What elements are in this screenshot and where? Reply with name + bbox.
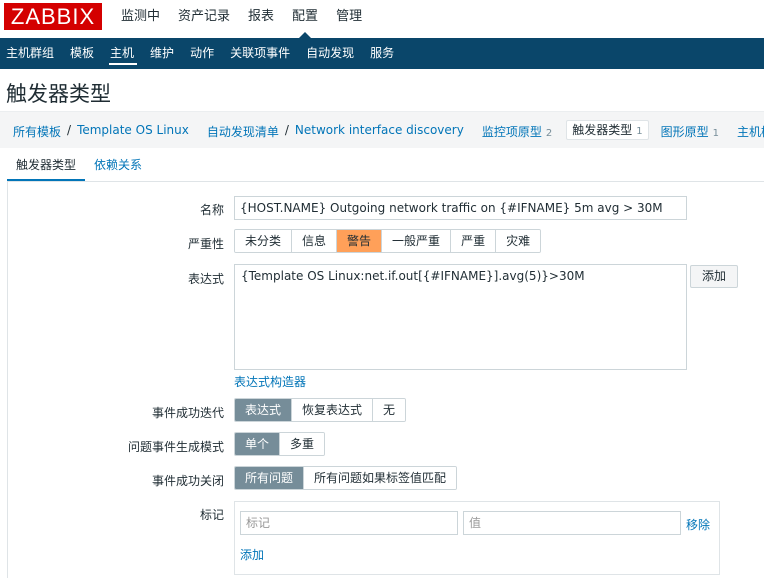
top-menu-reports[interactable]: 报表: [239, 0, 283, 38]
ok-event-expression[interactable]: 表达式: [235, 399, 292, 421]
ok-event-generation-label: 事件成功迭代: [151, 406, 224, 420]
problem-mode-single[interactable]: 单个: [235, 433, 280, 455]
tab-trigger-prototype[interactable]: 触发器类型: [7, 156, 86, 181]
breadcrumb-discovery-rule[interactable]: Network interface discovery: [295, 123, 464, 140]
sub-menu-templates[interactable]: 模板: [63, 38, 103, 69]
top-menu-inventory[interactable]: 资产记录: [169, 0, 239, 38]
name-input[interactable]: {HOST.NAME} Outgoing network traffic on …: [234, 196, 687, 220]
breadcrumb-host-templates[interactable]: 主机模板: [737, 123, 764, 140]
severity-label: 严重性: [187, 237, 224, 251]
expression-builder-link[interactable]: 表达式构造器: [234, 373, 306, 390]
ok-close-all-problems[interactable]: 所有问题: [235, 467, 304, 489]
sub-menu: 主机群组 模板 主机 维护 动作 关联项事件 自动发现 服务: [0, 38, 764, 69]
name-label: 名称: [199, 203, 224, 217]
add-expression-button[interactable]: 添加: [690, 265, 738, 288]
top-menu: 监测中 资产记录 报表 配置 管理: [112, 0, 371, 38]
breadcrumb-separator: /: [67, 123, 72, 137]
sub-menu-services[interactable]: 服务: [363, 38, 403, 69]
breadcrumb-bar: 所有模板 / Template OS Linux 自动发现清单 / Networ…: [0, 111, 764, 148]
breadcrumb-trigger-prototypes[interactable]: 触发器类型 1: [566, 120, 649, 140]
severity-information[interactable]: 信息: [291, 230, 337, 252]
tab-dependencies[interactable]: 依赖关系: [85, 156, 151, 181]
sub-menu-host-groups[interactable]: 主机群组: [0, 38, 63, 69]
form-tabs: 触发器类型 依赖关系: [7, 156, 151, 181]
severity-warning[interactable]: 警告: [336, 230, 382, 252]
sub-menu-hosts[interactable]: 主机: [103, 38, 143, 69]
ok-event-generation-selector: 表达式 恢复表达式 无: [234, 398, 407, 422]
severity-selector: 未分类 信息 警告 一般严重 严重 灾难: [234, 229, 542, 253]
breadcrumb-all-templates[interactable]: 所有模板: [13, 123, 61, 140]
page-title: 触发器类型: [6, 82, 111, 106]
sub-menu-actions[interactable]: 动作: [183, 38, 223, 69]
tags-label: 标记: [199, 508, 224, 522]
breadcrumb-separator: /: [284, 123, 289, 137]
top-menu-administration[interactable]: 管理: [327, 0, 371, 38]
breadcrumb: 所有模板 / Template OS Linux 自动发现清单 / Networ…: [13, 120, 764, 140]
ok-event-closes-selector: 所有问题 所有问题如果标签值匹配: [234, 466, 458, 490]
ok-event-recovery-expression[interactable]: 恢复表达式: [291, 399, 373, 421]
breadcrumb-item-prototypes[interactable]: 监控项原型 2: [482, 123, 552, 140]
sub-menu-discovery[interactable]: 自动发现: [299, 38, 363, 69]
ok-close-tag-match[interactable]: 所有问题如果标签值匹配: [303, 467, 457, 489]
zabbix-logo[interactable]: ZABBIX: [4, 3, 102, 30]
trigger-prototypes-count: 1: [636, 126, 643, 137]
tag-name-input[interactable]: 标记: [240, 511, 458, 535]
sub-menu-maintenance[interactable]: 维护: [143, 38, 183, 69]
breadcrumb-discovery-list[interactable]: 自动发现清单: [207, 123, 279, 140]
severity-high[interactable]: 严重: [450, 230, 496, 252]
add-tag-link[interactable]: 添加: [240, 546, 264, 563]
top-menu-monitoring[interactable]: 监测中: [112, 0, 169, 38]
top-bar: ZABBIX 监测中 资产记录 报表 配置 管理: [0, 0, 764, 38]
expression-label: 表达式: [187, 272, 224, 286]
expression-textarea[interactable]: {Template OS Linux:net.if.out[{#IFNAME}]…: [234, 264, 687, 370]
tag-value-input[interactable]: 值: [463, 511, 681, 535]
problem-mode-selector: 单个 多重: [234, 432, 326, 456]
severity-not-classified[interactable]: 未分类: [235, 230, 292, 252]
breadcrumb-graph-prototypes[interactable]: 图形原型 1: [661, 123, 719, 140]
breadcrumb-template[interactable]: Template OS Linux: [77, 123, 189, 140]
sub-menu-correlation[interactable]: 关联项事件: [223, 38, 299, 69]
problem-mode-label: 问题事件生成模式: [127, 440, 224, 454]
problem-mode-multiple[interactable]: 多重: [279, 433, 325, 455]
ok-event-none[interactable]: 无: [372, 399, 406, 421]
severity-disaster[interactable]: 灾难: [495, 230, 541, 252]
severity-average[interactable]: 一般严重: [381, 230, 451, 252]
top-menu-configuration[interactable]: 配置: [283, 0, 327, 38]
ok-event-closes-label: 事件成功关闭: [151, 474, 224, 488]
remove-tag-link[interactable]: 移除: [686, 516, 710, 533]
